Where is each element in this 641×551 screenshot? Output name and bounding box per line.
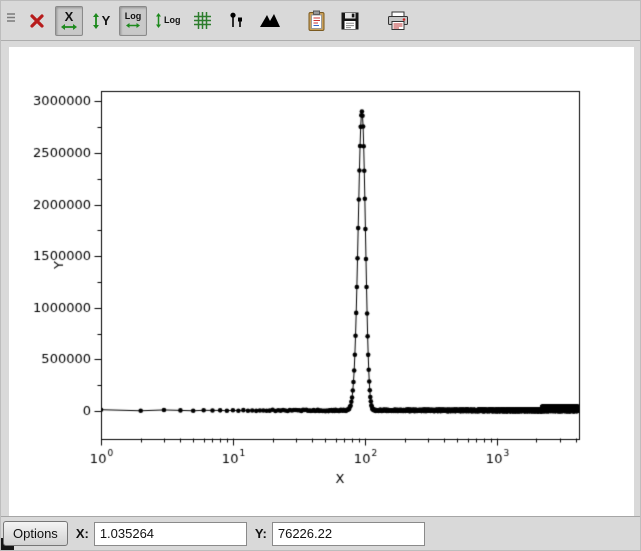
toolbar-handle-icon	[5, 11, 17, 30]
fit-button[interactable]	[255, 6, 285, 36]
x-autoscale-label: X	[65, 11, 74, 22]
mountains-icon	[259, 12, 281, 29]
x-position-field[interactable]	[94, 522, 247, 546]
y-autoscale-label: Y	[102, 15, 111, 26]
printer-icon	[386, 11, 410, 31]
red-x-icon	[28, 12, 46, 30]
toolbar: X Y Log Log	[1, 1, 640, 41]
y-log-label: Log	[164, 16, 181, 25]
plot-area	[9, 47, 634, 518]
x-log-button[interactable]: Log	[119, 6, 147, 36]
y-position-field[interactable]	[272, 522, 425, 546]
clipboard-icon	[307, 10, 328, 32]
vertical-arrows-icon	[155, 12, 162, 29]
horizontal-arrows-icon	[60, 23, 78, 31]
peak-search-button[interactable]	[221, 6, 251, 36]
peak-marker-icon	[225, 11, 247, 30]
copy-button[interactable]	[303, 6, 332, 36]
horizontal-arrows-icon	[125, 22, 141, 29]
y-log-button[interactable]: Log	[151, 6, 185, 36]
vertical-arrows-icon	[92, 12, 100, 30]
x-log-label: Log	[125, 12, 142, 21]
toolbar-separator	[289, 20, 299, 21]
x-autoscale-button[interactable]: X	[55, 6, 83, 36]
grid-button[interactable]	[189, 6, 217, 36]
print-button[interactable]	[382, 6, 414, 36]
save-button[interactable]	[336, 6, 364, 36]
options-button[interactable]: Options	[3, 521, 68, 546]
clear-button[interactable]	[23, 6, 51, 36]
plot-canvas[interactable]	[9, 47, 634, 518]
plot-window: { "toolbar": { "x_autoscale_label": "X",…	[0, 0, 641, 551]
x-position-label: X:	[76, 526, 89, 541]
toolbar-separator	[368, 20, 378, 21]
floppy-disk-icon	[340, 11, 360, 31]
y-autoscale-button[interactable]: Y	[87, 6, 115, 36]
status-bar: Options X: Y:	[1, 516, 640, 550]
y-position-label: Y:	[255, 526, 267, 541]
grid-icon	[193, 11, 212, 30]
